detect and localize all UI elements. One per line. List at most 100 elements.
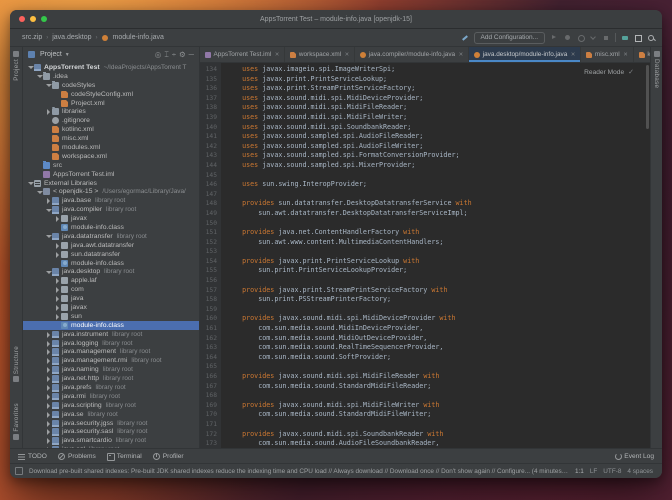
tree-item[interactable]: java.logginglibrary root <box>23 339 199 348</box>
chevron-down-icon[interactable] <box>589 34 597 42</box>
profile-run-icon[interactable] <box>621 34 629 42</box>
tab-close-icon[interactable]: ✕ <box>571 52 576 58</box>
tree-expand-arrow-icon[interactable] <box>44 410 52 418</box>
code-line[interactable]: uses javax.sound.midi.spi.MidiFileReader… <box>226 103 650 113</box>
add-configuration-button[interactable]: Add Configuration... <box>474 32 545 44</box>
tree-item[interactable]: External Libraries <box>23 179 199 188</box>
build-hammer-icon[interactable] <box>461 34 469 42</box>
tree-expand-arrow-icon[interactable] <box>44 206 52 214</box>
tree-item[interactable]: javax <box>23 214 199 223</box>
code-line[interactable]: provides javax.print.PrintServiceLookup … <box>226 257 650 267</box>
tree-item[interactable]: module-info.class <box>23 259 199 268</box>
tree-expand-arrow-icon[interactable] <box>44 339 52 347</box>
tree-item[interactable]: .gitignore <box>23 116 199 125</box>
minimize-button[interactable] <box>30 16 36 22</box>
code-line[interactable]: com.sun.media.sound.SoftProvider; <box>226 353 650 363</box>
project-panel-title[interactable]: Project <box>40 51 62 58</box>
tree-item[interactable]: java.compilerlibrary root <box>23 205 199 214</box>
gear-icon[interactable]: ⚙ <box>179 51 186 58</box>
tool-button-todo[interactable]: TODO <box>18 453 47 460</box>
tree-expand-arrow-icon[interactable] <box>44 446 52 448</box>
code-line[interactable] <box>226 276 650 286</box>
status-message[interactable]: Download pre-built shared indexes: Pre-b… <box>29 468 569 475</box>
tree-item[interactable]: < openjdk-15 >/Users/egormac/Library/Jav… <box>23 187 199 196</box>
code-line[interactable]: provides javax.sound.midi.spi.MidiFileWr… <box>226 401 650 411</box>
code-line[interactable]: provides java.net.ContentHandlerFactory … <box>226 228 650 238</box>
tree-item[interactable]: apple.laf <box>23 276 199 285</box>
tree-expand-arrow-icon[interactable] <box>26 179 34 187</box>
editor-tab[interactable]: java.compiler/module-info.java✕ <box>355 47 469 62</box>
code-line[interactable] <box>226 420 650 430</box>
tree-expand-arrow-icon[interactable] <box>44 366 52 374</box>
caret-position[interactable]: 1:1 <box>575 468 584 475</box>
editor-tab[interactable]: workspace.xml✕ <box>285 47 355 62</box>
tree-expand-arrow-icon[interactable] <box>53 277 61 285</box>
tool-button-structure[interactable]: Structure <box>10 346 22 382</box>
tree-item[interactable]: java <box>23 294 199 303</box>
code-line[interactable]: uses javax.print.StreamPrintServiceFacto… <box>226 84 650 94</box>
tree-item[interactable]: java.security.sasllibrary root <box>23 428 199 437</box>
editor-tab[interactable]: AppsTorrent Test.iml✕ <box>200 47 285 62</box>
tree-expand-arrow-icon[interactable] <box>44 348 52 356</box>
tree-item[interactable]: codeStyleConfig.xml <box>23 90 199 99</box>
tree-item[interactable]: java.smartcardiolibrary root <box>23 436 199 445</box>
breadcrumb-module-info[interactable]: module-info.java <box>102 34 164 41</box>
tool-button-project[interactable]: Project <box>10 51 22 81</box>
code-line[interactable]: provides javax.sound.midi.spi.MidiDevice… <box>226 314 650 324</box>
tree-item[interactable]: kotlinc.xml <box>23 125 199 134</box>
tree-item[interactable]: misc.xml <box>23 134 199 143</box>
tree-item[interactable]: java.rmilibrary root <box>23 392 199 401</box>
tool-button-favorites[interactable]: Favorites <box>10 403 22 440</box>
tree-expand-arrow-icon[interactable] <box>44 357 52 365</box>
code-line[interactable] <box>226 362 650 372</box>
code-line[interactable]: uses javax.sound.sampled.spi.AudioFileWr… <box>226 142 650 152</box>
tree-item[interactable]: java.prefslibrary root <box>23 383 199 392</box>
tree-item[interactable]: java.selibrary root <box>23 410 199 419</box>
tree-expand-arrow-icon[interactable] <box>44 197 52 205</box>
code-line[interactable]: com.sun.media.sound.MidiOutDeviceProvide… <box>226 334 650 344</box>
code-editor[interactable]: uses javax.imageio.spi.ImageWriterSpi; u… <box>221 63 650 448</box>
tree-item[interactable]: codeStyles <box>23 81 199 90</box>
debug-icon[interactable] <box>563 34 571 42</box>
code-line[interactable] <box>226 219 650 229</box>
code-line[interactable]: com.sun.media.sound.AudioFileSoundbankRe… <box>226 439 650 448</box>
tab-close-icon[interactable]: ✕ <box>275 52 280 58</box>
tree-expand-arrow-icon[interactable] <box>44 268 52 276</box>
code-line[interactable]: uses javax.sound.sampled.spi.MixerProvid… <box>226 161 650 171</box>
tree-item[interactable]: .idea <box>23 72 199 81</box>
tree-item[interactable]: Project.xml <box>23 99 199 108</box>
tree-item[interactable]: java.awt.datatransfer <box>23 241 199 250</box>
tree-expand-arrow-icon[interactable] <box>35 188 43 196</box>
tree-item[interactable]: javax <box>23 303 199 312</box>
tree-item[interactable]: workspace.xml <box>23 152 199 161</box>
code-line[interactable] <box>226 190 650 200</box>
tree-item[interactable]: module-info.class <box>23 223 199 232</box>
tree-expand-arrow-icon[interactable] <box>44 330 52 338</box>
tree-expand-arrow-icon[interactable] <box>44 375 52 383</box>
expand-all-icon[interactable]: ⌶ <box>164 51 169 58</box>
tree-expand-arrow-icon[interactable] <box>44 232 52 240</box>
tree-expand-arrow-icon[interactable] <box>44 392 52 400</box>
tool-button-event-log[interactable]: Event Log <box>614 453 654 460</box>
tree-expand-arrow-icon[interactable] <box>44 428 52 436</box>
stop-icon[interactable] <box>602 34 610 42</box>
coverage-icon[interactable] <box>576 34 584 42</box>
indent-indicator[interactable]: 4 spaces <box>627 468 653 475</box>
tree-item[interactable]: java.instrumentlibrary root <box>23 330 199 339</box>
tab-close-icon[interactable]: ✕ <box>459 52 464 58</box>
code-line[interactable]: sun.awt.www.content.MultimediaContentHan… <box>226 238 650 248</box>
line-ending-indicator[interactable]: LF <box>590 468 597 475</box>
encoding-indicator[interactable]: UTF-8 <box>603 468 621 475</box>
code-line[interactable]: uses javax.sound.midi.spi.MidiDeviceProv… <box>226 94 650 104</box>
tree-item[interactable]: java.security.jgsslibrary root <box>23 419 199 428</box>
editor-tab[interactable]: java.desktop/module-info.java✕ <box>469 47 581 62</box>
code-line[interactable]: provides javax.sound.midi.spi.SoundbankR… <box>226 430 650 440</box>
tree-expand-arrow-icon[interactable] <box>53 295 61 303</box>
code-line[interactable]: uses javax.print.PrintServiceLookup; <box>226 75 650 85</box>
code-line[interactable]: sun.awt.datatransfer.DesktopDatatransfer… <box>226 209 650 219</box>
tree-item[interactable]: java.scriptinglibrary root <box>23 401 199 410</box>
editor-scrollbar[interactable] <box>646 65 649 129</box>
tool-button-terminal[interactable]: Terminal <box>107 453 142 460</box>
tab-close-icon[interactable]: ✕ <box>623 52 628 58</box>
code-line[interactable] <box>226 305 650 315</box>
